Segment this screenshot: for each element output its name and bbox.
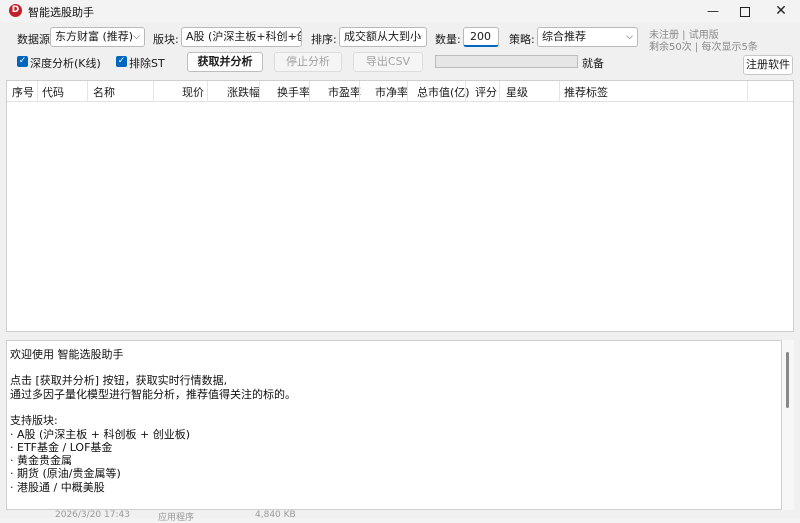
column-header[interactable]: 评分 <box>475 84 497 100</box>
results-table[interactable]: 序号 代码 名称 现价 涨跌幅 换手率 市盈率 市净率 总市值(亿) 评分 星级… <box>6 80 794 332</box>
datasource-value: 东方财富 (推荐) <box>55 30 134 43</box>
minimize-button[interactable]: — <box>696 0 730 22</box>
column-divider[interactable] <box>499 81 500 101</box>
sector-select[interactable]: A股 (沪深主板+科创+创' ⌵ <box>181 27 302 47</box>
column-divider[interactable] <box>407 81 408 101</box>
count-label: 数量: <box>435 33 461 46</box>
sort-value: 成交额从大到小 <box>344 30 421 43</box>
column-header[interactable]: 现价 <box>182 84 204 100</box>
deep-analysis-checkbox[interactable]: ✓ <box>17 56 28 67</box>
maximize-button[interactable] <box>728 0 762 22</box>
log-scrollbar[interactable] <box>782 340 794 510</box>
column-header[interactable]: 市净率 <box>375 84 408 100</box>
column-header[interactable]: 市盈率 <box>328 84 361 100</box>
exclude-st-label: 排除ST <box>129 57 165 70</box>
stop-analysis-button[interactable]: 停止分析 <box>274 52 342 72</box>
background-file-type: 应用程序 <box>158 513 195 523</box>
strategy-label: 策略: <box>509 33 535 46</box>
column-divider[interactable] <box>465 81 466 101</box>
title-bar: D 智能选股助手 — ✕ <box>0 0 800 22</box>
column-divider[interactable] <box>259 81 260 101</box>
exclude-st-checkbox[interactable]: ✓ <box>116 56 127 67</box>
maximize-icon <box>740 6 750 17</box>
column-divider[interactable] <box>87 81 88 101</box>
count-input[interactable]: 200 <box>463 27 499 47</box>
datasource-label: 数据源: <box>17 33 54 46</box>
datasource-select[interactable]: 东方财富 (推荐) ⌵ <box>50 27 145 47</box>
sort-select[interactable]: 成交额从大到小 ⌵ <box>339 27 427 47</box>
progress-bar <box>435 55 578 68</box>
column-header[interactable]: 名称 <box>93 84 115 100</box>
column-header[interactable]: 序号 <box>12 84 34 100</box>
column-divider[interactable] <box>559 81 560 101</box>
background-file-date: 2026/3/20 17:43 <box>55 510 130 520</box>
column-divider[interactable] <box>153 81 154 101</box>
column-divider[interactable] <box>359 81 360 101</box>
export-csv-button[interactable]: 导出CSV <box>353 52 423 72</box>
log-output[interactable]: 欢迎使用 智能选股助手 点击 [获取并分析] 按钮，获取实时行情数据, 通过多因… <box>6 340 782 510</box>
chevron-down-icon: ⌵ <box>626 32 633 42</box>
column-header[interactable]: 星级 <box>506 84 528 100</box>
app-logo-icon: D <box>9 4 22 17</box>
app-window: D 智能选股助手 — ✕ 数据源: 东方财富 (推荐) ⌵ 版块: A股 (沪深… <box>0 0 800 523</box>
column-divider[interactable] <box>309 81 310 101</box>
trial-usage-info: 剩余50次 | 每次显示5条 <box>649 42 758 53</box>
column-header[interactable]: 换手率 <box>277 84 310 100</box>
log-line: · 港股通 / 中概美股 <box>10 481 105 494</box>
strategy-select[interactable]: 综合推荐 ⌵ <box>537 27 638 47</box>
column-header[interactable]: 涨跌幅 <box>227 84 260 100</box>
chevron-down-icon: ⌵ <box>290 32 297 42</box>
status-text: 就备 <box>582 57 604 70</box>
log-line: 通过多因子量化模型进行智能分析，推荐值得关注的标的。 <box>10 388 296 401</box>
column-header[interactable]: 代码 <box>42 84 64 100</box>
column-divider[interactable] <box>37 81 38 101</box>
scrollbar-thumb[interactable] <box>786 352 789 408</box>
table-header: 序号 代码 名称 现价 涨跌幅 换手率 市盈率 市净率 总市值(亿) 评分 星级… <box>7 81 793 102</box>
column-header[interactable]: 推荐标签 <box>564 84 608 100</box>
register-button[interactable]: 注册软件 <box>743 55 793 75</box>
column-divider[interactable] <box>747 81 748 101</box>
deep-analysis-label: 深度分析(K线) <box>30 57 101 70</box>
background-file-size: 4,840 KB <box>255 510 296 520</box>
strategy-value: 综合推荐 <box>542 30 586 43</box>
sort-label: 排序: <box>311 33 337 46</box>
sector-value: A股 (沪深主板+科创+创' <box>186 30 302 43</box>
sector-label: 版块: <box>153 33 179 46</box>
window-title: 智能选股助手 <box>28 6 94 19</box>
close-button[interactable]: ✕ <box>764 0 798 22</box>
column-divider[interactable] <box>207 81 208 101</box>
log-line: 欢迎使用 智能选股助手 <box>10 348 124 361</box>
column-header[interactable]: 总市值(亿) <box>417 84 470 100</box>
chevron-down-icon: ⌵ <box>133 32 140 42</box>
fetch-analyze-button[interactable]: 获取并分析 <box>187 52 263 72</box>
chevron-down-icon: ⌵ <box>415 32 422 42</box>
